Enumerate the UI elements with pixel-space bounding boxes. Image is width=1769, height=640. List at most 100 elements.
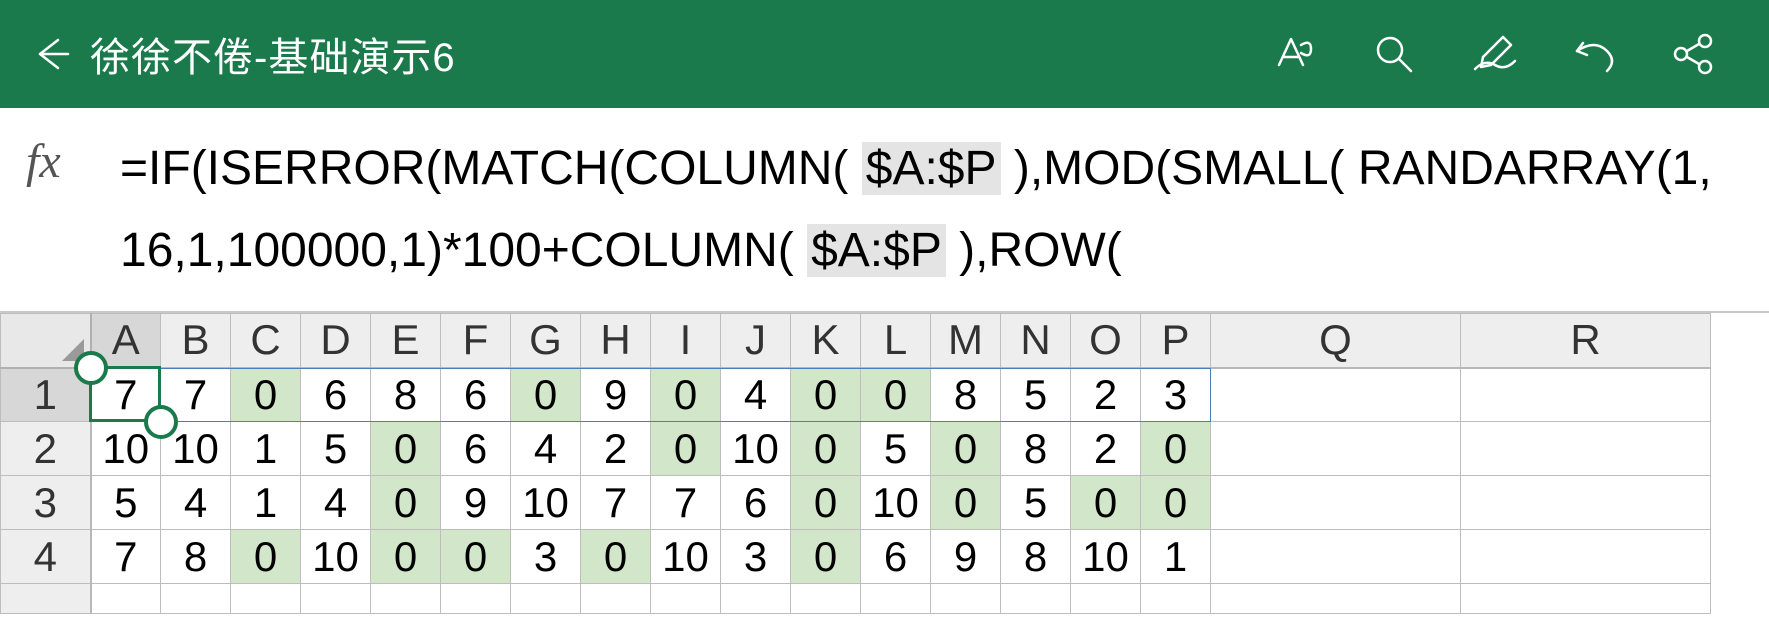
cell[interactable]: 7 xyxy=(91,368,161,422)
cell[interactable]: 0 xyxy=(931,476,1001,530)
cell[interactable]: 0 xyxy=(371,422,441,476)
cell[interactable] xyxy=(791,584,861,614)
cell[interactable]: 4 xyxy=(161,476,231,530)
cell[interactable]: 6 xyxy=(721,476,791,530)
column-header[interactable]: K xyxy=(791,314,861,368)
cell[interactable]: 2 xyxy=(581,422,651,476)
column-header[interactable]: H xyxy=(581,314,651,368)
cell[interactable] xyxy=(1211,584,1461,614)
column-header[interactable]: F xyxy=(441,314,511,368)
cell[interactable]: 8 xyxy=(371,368,441,422)
cell[interactable]: 0 xyxy=(651,368,721,422)
cell[interactable]: 10 xyxy=(651,530,721,584)
cell[interactable]: 7 xyxy=(161,368,231,422)
back-button[interactable] xyxy=(20,32,80,76)
cell[interactable] xyxy=(441,584,511,614)
cell[interactable]: 0 xyxy=(651,422,721,476)
cell[interactable]: 0 xyxy=(791,476,861,530)
cell[interactable] xyxy=(1461,584,1711,614)
cell[interactable] xyxy=(1211,368,1461,422)
cell[interactable] xyxy=(581,584,651,614)
formula-input[interactable]: =IF(ISERROR(MATCH(COLUMN( $A:$P ),MOD(SM… xyxy=(100,108,1769,311)
cell[interactable]: 0 xyxy=(791,530,861,584)
column-header[interactable]: M xyxy=(931,314,1001,368)
row-header[interactable]: 1 xyxy=(1,368,91,422)
cell[interactable]: 7 xyxy=(581,476,651,530)
cell[interactable]: 6 xyxy=(861,530,931,584)
cell[interactable]: 7 xyxy=(91,530,161,584)
cell[interactable] xyxy=(651,584,721,614)
cell[interactable] xyxy=(1001,584,1071,614)
cell[interactable] xyxy=(1211,422,1461,476)
cell[interactable]: 10 xyxy=(301,530,371,584)
cell[interactable]: 1 xyxy=(231,422,301,476)
cell[interactable]: 5 xyxy=(301,422,371,476)
cell[interactable]: 5 xyxy=(1001,476,1071,530)
cell[interactable] xyxy=(721,584,791,614)
cell[interactable]: 10 xyxy=(91,422,161,476)
undo-button[interactable] xyxy=(1569,29,1619,79)
column-header[interactable]: R xyxy=(1461,314,1711,368)
cell[interactable]: 0 xyxy=(231,368,301,422)
cell[interactable]: 9 xyxy=(931,530,1001,584)
column-header[interactable]: P xyxy=(1141,314,1211,368)
row-header[interactable]: 3 xyxy=(1,476,91,530)
cell[interactable]: 10 xyxy=(161,422,231,476)
cell[interactable] xyxy=(1211,530,1461,584)
cell[interactable]: 3 xyxy=(1141,368,1211,422)
text-format-button[interactable] xyxy=(1269,29,1319,79)
cell[interactable]: 8 xyxy=(1001,422,1071,476)
cell[interactable]: 6 xyxy=(441,422,511,476)
cell[interactable]: 2 xyxy=(1071,422,1141,476)
draw-button[interactable] xyxy=(1469,29,1519,79)
cell[interactable]: 8 xyxy=(931,368,1001,422)
cell[interactable]: 6 xyxy=(301,368,371,422)
cell[interactable] xyxy=(861,584,931,614)
cell[interactable]: 5 xyxy=(1001,368,1071,422)
cell[interactable]: 8 xyxy=(161,530,231,584)
cell[interactable]: 10 xyxy=(721,422,791,476)
column-header[interactable]: B xyxy=(161,314,231,368)
search-button[interactable] xyxy=(1369,29,1419,79)
cell[interactable] xyxy=(1461,476,1711,530)
column-header[interactable]: A xyxy=(91,314,161,368)
cell[interactable]: 0 xyxy=(791,422,861,476)
column-header[interactable]: Q xyxy=(1211,314,1461,368)
cell[interactable] xyxy=(231,584,301,614)
cell[interactable]: 5 xyxy=(861,422,931,476)
cell[interactable]: 4 xyxy=(721,368,791,422)
cell[interactable]: 8 xyxy=(1001,530,1071,584)
cell[interactable]: 7 xyxy=(651,476,721,530)
cell[interactable] xyxy=(371,584,441,614)
cell[interactable]: 0 xyxy=(371,476,441,530)
cell[interactable]: 3 xyxy=(721,530,791,584)
column-header[interactable]: L xyxy=(861,314,931,368)
cell[interactable] xyxy=(1071,584,1141,614)
cell[interactable]: 0 xyxy=(1141,422,1211,476)
cell[interactable] xyxy=(161,584,231,614)
select-all-corner[interactable] xyxy=(1,314,91,368)
column-header[interactable]: D xyxy=(301,314,371,368)
cell[interactable]: 0 xyxy=(931,422,1001,476)
cell[interactable]: 2 xyxy=(1071,368,1141,422)
column-header[interactable]: G xyxy=(511,314,581,368)
column-header[interactable]: J xyxy=(721,314,791,368)
cell[interactable] xyxy=(1461,422,1711,476)
cell[interactable]: 5 xyxy=(91,476,161,530)
cell[interactable]: 0 xyxy=(1141,476,1211,530)
cell[interactable]: 10 xyxy=(861,476,931,530)
column-header[interactable]: O xyxy=(1071,314,1141,368)
column-header[interactable]: N xyxy=(1001,314,1071,368)
cell[interactable] xyxy=(301,584,371,614)
cell[interactable]: 0 xyxy=(231,530,301,584)
cell[interactable]: 0 xyxy=(511,368,581,422)
cell[interactable]: 0 xyxy=(371,530,441,584)
cell[interactable]: 0 xyxy=(441,530,511,584)
column-header[interactable]: E xyxy=(371,314,441,368)
row-header[interactable]: 4 xyxy=(1,530,91,584)
spreadsheet-grid[interactable]: ABCDEFGHIJKLMNOPQR1770686090400852321010… xyxy=(0,313,1711,614)
column-header[interactable]: C xyxy=(231,314,301,368)
cell[interactable]: 0 xyxy=(861,368,931,422)
cell[interactable]: 1 xyxy=(231,476,301,530)
cell[interactable]: 0 xyxy=(1071,476,1141,530)
